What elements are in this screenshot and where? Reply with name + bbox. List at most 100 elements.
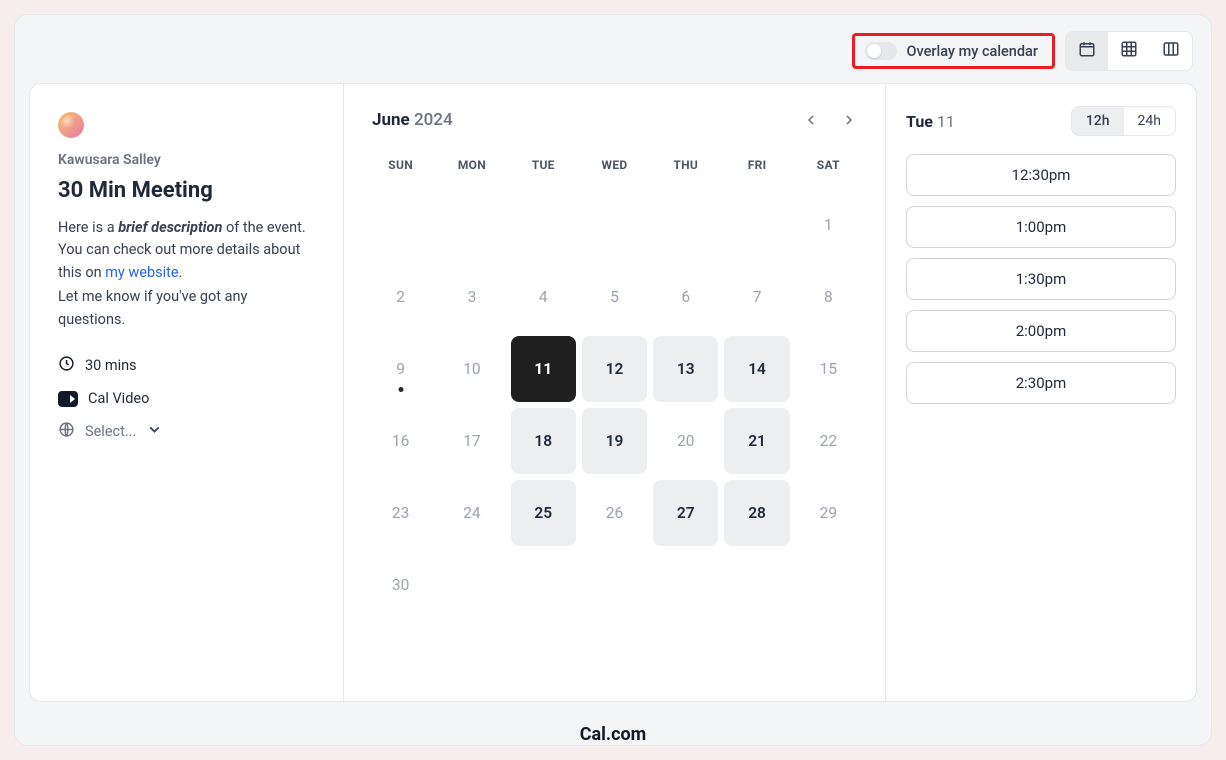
content: Kawusara Salley 30 Min Meeting Here is a… (29, 83, 1197, 702)
calendar-day[interactable]: 28 (724, 480, 789, 546)
calendar-cell-empty (724, 192, 789, 258)
calendar-cell-empty (511, 192, 576, 258)
desc-link[interactable]: my website (105, 264, 178, 281)
calendar-day[interactable]: 27 (653, 480, 718, 546)
time-format-switch: 12h 24h (1071, 106, 1176, 136)
calendar-cell-empty (439, 192, 504, 258)
duration-label: 30 mins (85, 357, 137, 374)
duration-row: 30 mins (58, 355, 315, 376)
clock-icon (58, 355, 75, 376)
year: 2024 (414, 110, 453, 130)
calendar-day[interactable]: 19 (582, 408, 647, 474)
calendar-day[interactable]: 18 (511, 408, 576, 474)
grid-icon (1120, 40, 1138, 62)
selected-day: Tue 11 (906, 112, 955, 131)
dow-label: MON (439, 152, 504, 186)
view-switcher (1065, 31, 1193, 71)
dow-label: FRI (724, 152, 789, 186)
location-row: Cal Video (58, 390, 315, 407)
calendar-day[interactable]: 12 (582, 336, 647, 402)
selected-day-name: Tue (906, 112, 933, 131)
selected-day-num: 11 (937, 112, 955, 131)
desc-text: . (179, 264, 183, 281)
desc-emph: brief description (118, 219, 222, 236)
columns-icon (1162, 40, 1180, 62)
calendar-day[interactable]: 24 (439, 480, 504, 546)
overlay-label: Overlay my calendar (907, 43, 1038, 60)
avatar (58, 112, 84, 138)
host-name: Kawusara Salley (58, 152, 315, 168)
calendar-day[interactable]: 25 (511, 480, 576, 546)
calendar-panel: June 2024 SUNMONTUEWEDTHUFRISAT123456789… (344, 84, 886, 701)
calendar-day[interactable]: 11 (511, 336, 576, 402)
next-month-button[interactable] (841, 112, 857, 128)
month-label: June 2024 (372, 110, 453, 130)
calendar-day[interactable]: 22 (796, 408, 861, 474)
calendar-day[interactable]: 6 (653, 264, 718, 330)
dow-label: SUN (368, 152, 433, 186)
slot-list: 12:30pm 1:00pm 1:30pm 2:00pm 2:30pm (906, 154, 1176, 404)
calendar-day[interactable]: 1 (796, 192, 861, 258)
dow-label: WED (582, 152, 647, 186)
calendar-day[interactable]: 8 (796, 264, 861, 330)
slots-header: Tue 11 12h 24h (906, 106, 1176, 136)
calendar-icon (1078, 40, 1096, 62)
calendar-day[interactable]: 9 (368, 336, 433, 402)
calendar-cell-empty (368, 192, 433, 258)
calendar-day[interactable]: 14 (724, 336, 789, 402)
format-24h-button[interactable]: 24h (1124, 107, 1175, 135)
today-dot (398, 387, 403, 392)
booking-card: Overlay my calendar (14, 14, 1212, 746)
timezone-select[interactable]: Select... (58, 421, 315, 442)
calendar-day[interactable]: 15 (796, 336, 861, 402)
calendar-day[interactable]: 30 (368, 552, 433, 618)
calendar-day[interactable]: 20 (653, 408, 718, 474)
location-label: Cal Video (88, 390, 149, 407)
calendar-grid: SUNMONTUEWEDTHUFRISAT1234567891011121314… (364, 152, 865, 618)
chevron-down-icon (146, 421, 163, 442)
prev-month-button[interactable] (803, 112, 819, 128)
calendar-cell-empty (653, 192, 718, 258)
calendar-day[interactable]: 7 (724, 264, 789, 330)
overlay-calendar-toggle-container: Overlay my calendar (852, 33, 1055, 69)
calendar-day[interactable]: 3 (439, 264, 504, 330)
time-slot[interactable]: 1:00pm (906, 206, 1176, 248)
month-nav (803, 112, 857, 128)
view-month-button[interactable] (1066, 32, 1108, 70)
event-description: Here is a brief description of the event… (58, 217, 315, 284)
calendar-cell-empty (582, 192, 647, 258)
time-slot[interactable]: 2:30pm (906, 362, 1176, 404)
view-grid-button[interactable] (1108, 32, 1150, 70)
calendar-day[interactable]: 21 (724, 408, 789, 474)
topbar: Overlay my calendar (15, 15, 1211, 79)
desc-text: Here is a (58, 219, 118, 236)
calendar-day[interactable]: 26 (582, 480, 647, 546)
calendar-day[interactable]: 23 (368, 480, 433, 546)
event-title: 30 Min Meeting (58, 178, 315, 203)
event-description-2: Let me know if you've got any questions. (58, 286, 315, 331)
event-details: Kawusara Salley 30 Min Meeting Here is a… (30, 84, 344, 701)
overlay-toggle[interactable] (865, 42, 897, 60)
view-columns-button[interactable] (1150, 32, 1192, 70)
globe-icon (58, 421, 75, 442)
footer-brand: Cal.com (15, 702, 1211, 745)
calendar-day[interactable]: 16 (368, 408, 433, 474)
slots-panel: Tue 11 12h 24h 12:30pm 1:00pm 1:30pm 2:00pm… (886, 84, 1196, 701)
time-slot[interactable]: 12:30pm (906, 154, 1176, 196)
time-slot[interactable]: 2:00pm (906, 310, 1176, 352)
dow-label: TUE (511, 152, 576, 186)
video-icon (58, 391, 78, 407)
calendar-day[interactable]: 17 (439, 408, 504, 474)
calendar-header: June 2024 (364, 110, 865, 130)
calendar-day[interactable]: 13 (653, 336, 718, 402)
month-name: June (372, 110, 410, 130)
calendar-day[interactable]: 4 (511, 264, 576, 330)
calendar-day[interactable]: 2 (368, 264, 433, 330)
dow-label: SAT (796, 152, 861, 186)
timezone-label: Select... (85, 423, 136, 440)
calendar-day[interactable]: 5 (582, 264, 647, 330)
time-slot[interactable]: 1:30pm (906, 258, 1176, 300)
calendar-day[interactable]: 29 (796, 480, 861, 546)
format-12h-button[interactable]: 12h (1072, 107, 1124, 135)
calendar-day[interactable]: 10 (439, 336, 504, 402)
